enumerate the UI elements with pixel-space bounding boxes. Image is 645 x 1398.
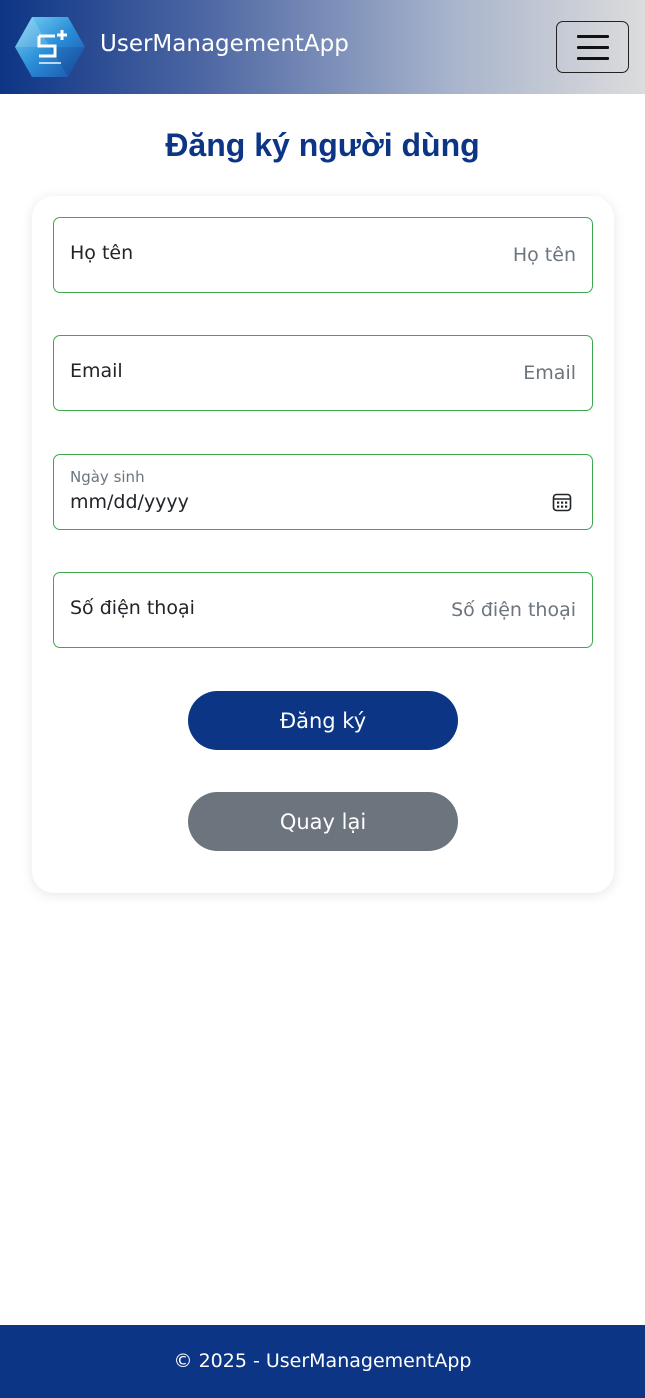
full-name-label: Họ tên <box>70 242 134 264</box>
footer: © 2025 - UserManagementApp <box>0 1325 645 1398</box>
brand-name[interactable]: UserManagementApp <box>100 26 349 62</box>
navbar: UserManagementApp <box>0 0 645 94</box>
hamburger-icon-middle <box>577 46 609 49</box>
full-name-placeholder: Họ tên <box>512 244 576 266</box>
cube-logo-icon[interactable] <box>15 16 85 78</box>
full-name-field[interactable]: Họ tên Họ tên <box>53 217 593 293</box>
hamburger-icon-bottom <box>577 57 609 60</box>
email-label: Email <box>70 360 123 382</box>
menu-toggle-button[interactable] <box>556 21 629 73</box>
phone-field[interactable]: Số điện thoại Số điện thoại <box>53 572 593 648</box>
register-button[interactable]: Đăng ký <box>188 691 458 750</box>
hamburger-icon <box>577 35 609 38</box>
calendar-icon[interactable] <box>552 492 572 512</box>
birth-date-label: Ngày sinh <box>70 468 145 486</box>
email-placeholder: Email <box>523 362 576 384</box>
page-title: Đăng ký người dùng <box>165 127 480 163</box>
email-field[interactable]: Email Email <box>53 335 593 411</box>
birth-date-value: mm/dd/yyyy <box>70 491 189 513</box>
back-button[interactable]: Quay lại <box>188 792 458 851</box>
phone-placeholder: Số điện thoại <box>451 599 576 621</box>
phone-label: Số điện thoại <box>70 597 195 619</box>
registration-card <box>32 196 614 893</box>
birth-date-field[interactable]: Ngày sinh mm/dd/yyyy <box>53 454 593 530</box>
